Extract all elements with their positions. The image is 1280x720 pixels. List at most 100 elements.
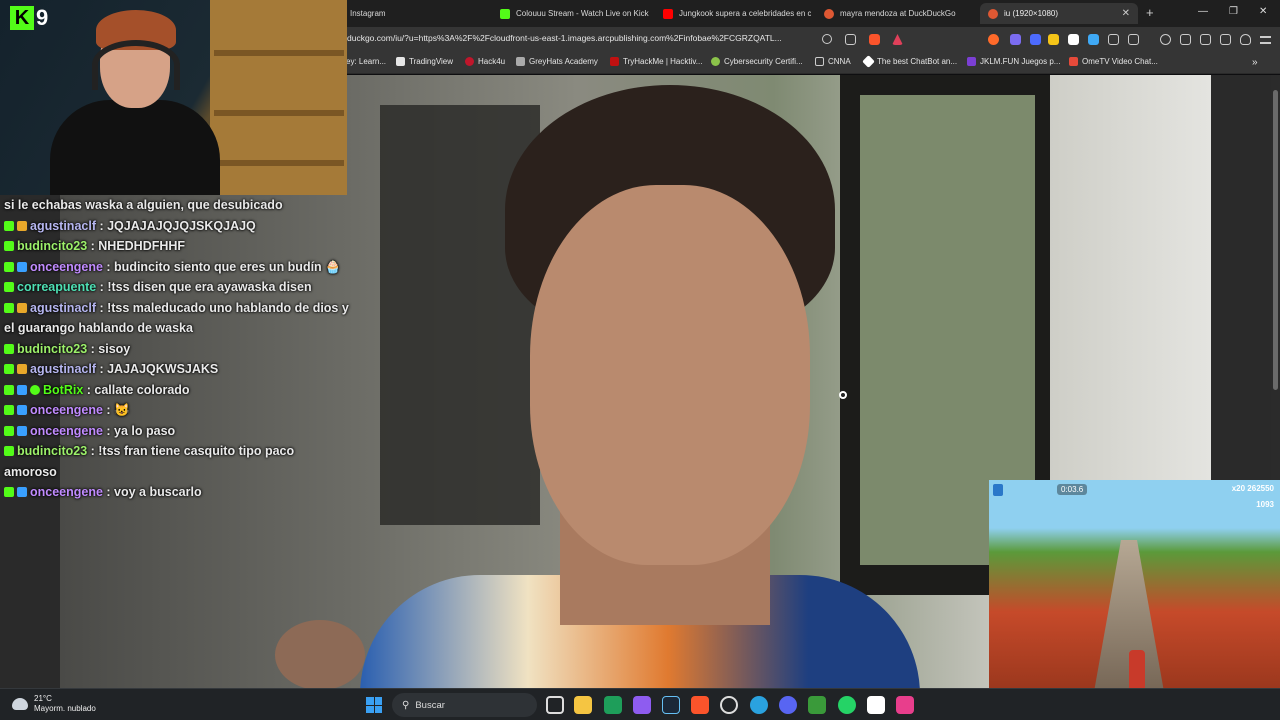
- whatsapp-icon[interactable]: [838, 696, 856, 714]
- chat-username[interactable]: onceengene: [30, 485, 103, 499]
- chat-username[interactable]: onceengene: [30, 403, 103, 417]
- bookmark-folder[interactable]: CNNA: [815, 57, 851, 66]
- brave-shields-icon[interactable]: [869, 34, 880, 45]
- leo-ai-icon[interactable]: [1220, 34, 1231, 45]
- kick-logo: K 9: [10, 5, 48, 31]
- app-icon[interactable]: [604, 696, 622, 714]
- search-placeholder: Buscar: [415, 699, 445, 711]
- cloud-sun-icon: [12, 698, 28, 710]
- chat-username[interactable]: budincito23: [17, 239, 87, 253]
- restore-icon[interactable]: ❐: [1229, 6, 1238, 17]
- chat-username[interactable]: BotRix: [43, 383, 83, 397]
- extensions-puzzle-icon[interactable]: [1108, 34, 1119, 45]
- chat-username[interactable]: onceengene: [30, 424, 103, 438]
- tab-instagram[interactable]: Instagram: [342, 3, 490, 24]
- bookmark-label: JKLM.FUN Juegos p...: [980, 57, 1061, 66]
- chat-username[interactable]: correapuente: [17, 280, 96, 294]
- duckduckgo-icon: [824, 8, 834, 19]
- close-window-icon[interactable]: ✕: [1259, 6, 1267, 17]
- file-explorer-icon[interactable]: [574, 696, 592, 714]
- bookmark-item[interactable]: OmeTV Video Chat...: [1069, 57, 1158, 66]
- extension-icon[interactable]: [1010, 34, 1021, 45]
- mouse-cursor: [839, 391, 847, 399]
- bookmark-item[interactable]: ey: Learn...: [346, 57, 386, 66]
- bookmark-item[interactable]: TryHackMe | Hacktiv...: [610, 57, 702, 66]
- app-icon[interactable]: [633, 696, 651, 714]
- chat-text: si le echabas waska a alguien, que desub…: [4, 198, 283, 212]
- task-view-icon[interactable]: [546, 696, 564, 714]
- chat-message: BotRix : callate colorado: [0, 380, 350, 401]
- new-tab-button[interactable]: +: [1146, 5, 1154, 20]
- vpn-shield-icon[interactable]: [1240, 34, 1251, 45]
- sidebar-icon[interactable]: [1180, 34, 1191, 45]
- extension-icon[interactable]: [1030, 34, 1041, 45]
- kick-badge-icon: [4, 241, 14, 251]
- windows-taskbar: 21°C Mayorm. nublado ⚲ Buscar: [0, 688, 1280, 720]
- windows-start-icon[interactable]: [366, 697, 382, 713]
- media-icon[interactable]: [1160, 34, 1171, 45]
- weather-widget[interactable]: 21°C Mayorm. nublado: [12, 694, 96, 714]
- chat-text: JQJAJAJQJQJSKQJAJQ: [107, 218, 256, 233]
- vip-badge-icon: [17, 487, 27, 497]
- chat-text: voy a buscarlo: [114, 485, 202, 499]
- chat-username[interactable]: budincito23: [17, 444, 87, 458]
- bookmark-item[interactable]: JKLM.FUN Juegos p...: [967, 57, 1060, 66]
- tab-image-active[interactable]: iu (1920×1080) ✕: [980, 3, 1138, 24]
- bookmark-label: TradingView: [409, 57, 454, 66]
- game-score: x20 262550: [1232, 484, 1274, 493]
- menu-icon[interactable]: [1260, 36, 1271, 44]
- tab-duckduckgo-search[interactable]: mayra mendoza at DuckDuckGo: [816, 3, 976, 24]
- chat-username[interactable]: budincito23: [17, 342, 87, 356]
- app-icon[interactable]: [867, 696, 885, 714]
- kick-badge-icon: [4, 384, 14, 395]
- discord-icon[interactable]: [779, 696, 797, 714]
- og-badge-icon: [17, 220, 27, 231]
- bookmark-item[interactable]: The best ChatBot an...: [862, 55, 957, 68]
- chat-username[interactable]: agustinaclf: [30, 219, 96, 233]
- scrollbar-thumb[interactable]: [1273, 90, 1278, 390]
- chat-message: agustinaclf : JAJAJQKWSJAKS: [0, 359, 350, 380]
- extension-icon[interactable]: [988, 34, 999, 45]
- extension-icon[interactable]: [1088, 34, 1099, 45]
- extension-icon[interactable]: [1068, 34, 1079, 45]
- close-tab-icon[interactable]: ✕: [1122, 8, 1130, 19]
- search-icon[interactable]: [822, 34, 832, 44]
- tab-kick-stream[interactable]: Colouuu Stream - Watch Live on Kick: [492, 3, 652, 24]
- hack4u-icon: [465, 57, 474, 66]
- photo-shoulder: [275, 620, 365, 688]
- greyhats-icon: [516, 57, 525, 66]
- bookmark-item[interactable]: GreyHats Academy: [516, 57, 598, 66]
- wallet-icon[interactable]: [1200, 34, 1211, 45]
- taskbar-search[interactable]: ⚲ Buscar: [392, 693, 537, 717]
- screenshot-icon[interactable]: [1128, 34, 1139, 45]
- vip-badge-icon: [17, 425, 27, 436]
- brave-rewards-icon[interactable]: [892, 34, 903, 45]
- chat-username[interactable]: onceengene: [30, 260, 103, 274]
- chat-message: onceengene : budincito siento que eres u…: [0, 257, 350, 278]
- address-bar[interactable]: duckgo.com/iu/?u=https%3A%2F%2Fcloudfron…: [347, 33, 817, 43]
- og-badge-icon: [17, 364, 27, 374]
- app-icon[interactable]: [896, 696, 914, 714]
- telegram-icon[interactable]: [750, 696, 768, 714]
- chat-username[interactable]: agustinaclf: [30, 362, 96, 376]
- chat-text: ya lo paso: [114, 423, 176, 438]
- minimize-icon[interactable]: —: [1198, 6, 1208, 17]
- extension-icon[interactable]: [1048, 34, 1059, 45]
- bookmark-item[interactable]: Hack4u: [465, 57, 505, 66]
- bookmark-item[interactable]: Cybersecurity Certifi...: [711, 57, 803, 66]
- chat-username[interactable]: agustinaclf: [30, 301, 96, 315]
- chat-text: !tss disen que era ayawaska disen: [107, 280, 312, 294]
- kick-badge-icon: [4, 302, 14, 313]
- tab-title: mayra mendoza at DuckDuckGo: [840, 9, 956, 18]
- more-bookmarks-icon[interactable]: »: [1252, 57, 1258, 68]
- tab-youtube[interactable]: Jungkook supera a celebridades en c: [655, 3, 811, 24]
- brave-icon[interactable]: [691, 696, 709, 714]
- tab-title: iu (1920×1080): [1004, 9, 1059, 18]
- bookmark-item[interactable]: TradingView: [396, 57, 453, 66]
- share-icon[interactable]: [845, 34, 856, 45]
- minecraft-icon[interactable]: [808, 696, 826, 714]
- chat-message: budincito23 : !tss fran tiene casquito t…: [4, 444, 295, 479]
- kick-badge-icon: [4, 282, 14, 292]
- steam-icon[interactable]: [662, 696, 680, 714]
- obs-icon[interactable]: [720, 696, 738, 714]
